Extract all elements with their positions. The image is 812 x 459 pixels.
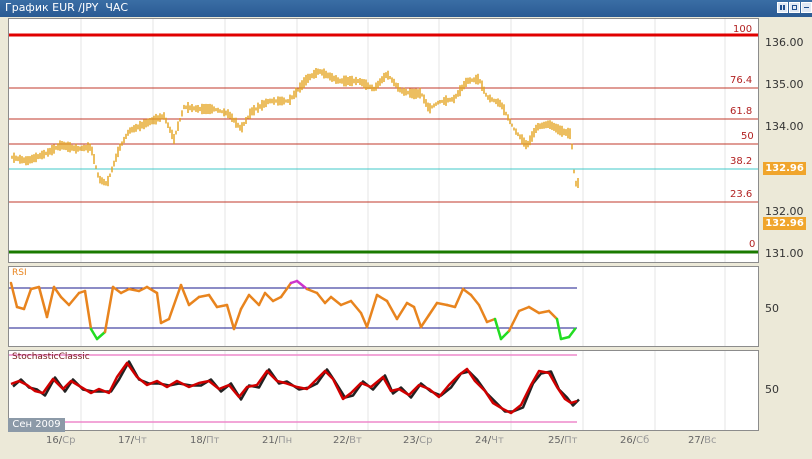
rsi-segment: [567, 327, 577, 339]
rsi-segment: [279, 281, 293, 299]
fib-label-236: 23.6: [730, 189, 753, 200]
rsi-segment: [155, 291, 163, 325]
rsi-segment: [45, 285, 56, 319]
day-label: 17/Чт: [118, 435, 147, 446]
rsi-segment: [159, 317, 171, 325]
rsi-segment: [537, 309, 551, 315]
rsi-segment: [339, 299, 353, 307]
date-badge: Сен 2009: [8, 418, 65, 432]
rsi-segment: [555, 317, 563, 341]
rsi-segment: [329, 295, 343, 307]
rsi-axis-tick: 50: [765, 302, 779, 315]
rsi-segment: [197, 293, 211, 299]
rsi-segment: [119, 287, 131, 295]
rsi-segment: [547, 309, 559, 321]
rsi-segment: [419, 313, 431, 329]
fib-label-0: 0: [749, 239, 756, 250]
fib-label-618: 61.8: [730, 106, 753, 117]
current-price-badge: 132.96: [763, 162, 806, 175]
time-axis[interactable]: 16/Ср 17/Чт 18/Пт 21/Пн 22/Вт 23/Ср 24/Ч…: [8, 431, 759, 450]
rsi-segment: [477, 303, 489, 324]
close-button[interactable]: [801, 2, 812, 13]
title-bar: График EUR /JPY ЧАС: [0, 0, 812, 17]
fib-price-badge: 132.96: [763, 217, 806, 230]
rsi-panel[interactable]: RSI: [8, 266, 759, 347]
rsi-segment: [207, 293, 219, 309]
rsi-segment: [83, 289, 93, 331]
stochastic-label: StochasticClassic: [12, 352, 90, 362]
rsi-segment: [385, 299, 399, 321]
rsi-segment: [127, 287, 141, 293]
stochastic-panel[interactable]: StochasticClassic: [8, 350, 759, 431]
rsi-segment: [239, 293, 251, 311]
rsi-segment: [305, 287, 319, 295]
rsi-segment: [453, 287, 465, 309]
pause-button[interactable]: [777, 2, 788, 13]
rsi-segment: [395, 301, 409, 321]
day-label: 21/Пн: [262, 435, 293, 446]
rsi-chart: [9, 267, 726, 346]
rsi-segment: [375, 293, 389, 303]
rsi-segment: [247, 293, 261, 307]
rsi-segment: [59, 295, 71, 307]
fib-label-764: 76.4: [730, 75, 753, 86]
window-title: График EUR /JPY ЧАС: [5, 1, 129, 14]
rsi-segment: [271, 295, 283, 303]
fib-label-100: 100: [733, 24, 753, 35]
rsi-segment: [461, 287, 473, 297]
price-tick: 136.00: [765, 36, 804, 49]
rsi-segment: [517, 305, 531, 313]
rsi-segment: [257, 291, 267, 307]
stochastic-axis: 50: [759, 350, 812, 431]
rsi-segment: [67, 291, 81, 307]
rsi-segment: [232, 307, 243, 331]
stochastic-axis-tick: 50: [765, 383, 779, 396]
rsi-label: RSI: [12, 268, 27, 278]
rsi-segment: [485, 317, 497, 324]
fib-label-50: 50: [741, 131, 754, 142]
rsi-segment: [37, 285, 49, 319]
rsi-segment: [323, 295, 333, 305]
rsi-segment: [263, 291, 275, 303]
rsi-segment: [103, 285, 115, 334]
day-label: 18/Пт: [190, 435, 220, 446]
day-label: 26/Сб: [620, 435, 650, 446]
rsi-segment: [187, 295, 201, 307]
rsi-segment: [89, 327, 99, 341]
rsi-segment: [499, 329, 511, 341]
rsi-segment: [95, 330, 107, 341]
day-label: 25/Пт: [548, 435, 578, 446]
rsi-axis: 50: [759, 266, 812, 347]
rsi-segment: [22, 287, 33, 311]
rsi-segment: [167, 283, 183, 321]
rsi-segment: [469, 293, 481, 307]
rsi-segment: [527, 305, 541, 315]
price-panel[interactable]: [8, 18, 759, 263]
rsi-segment: [315, 291, 327, 305]
rsi-segment: [349, 299, 363, 315]
rsi-segment: [9, 281, 19, 309]
rsi-segment: [412, 305, 423, 329]
rsi-segment: [493, 317, 503, 341]
stoch-k-line: [10, 361, 578, 415]
price-chart: [9, 19, 758, 262]
stochastic-chart: [9, 351, 726, 430]
day-label: 23/Ср: [403, 435, 433, 446]
restore-button[interactable]: [789, 2, 800, 13]
day-label: 24/Чт: [475, 435, 504, 446]
rsi-segment: [225, 303, 236, 331]
rsi-segment: [359, 311, 369, 329]
day-label: 27/Вс: [688, 435, 717, 446]
day-label: 22/Вт: [333, 435, 362, 446]
day-label: 16/Ср: [46, 435, 76, 446]
rsi-segment: [427, 301, 439, 317]
